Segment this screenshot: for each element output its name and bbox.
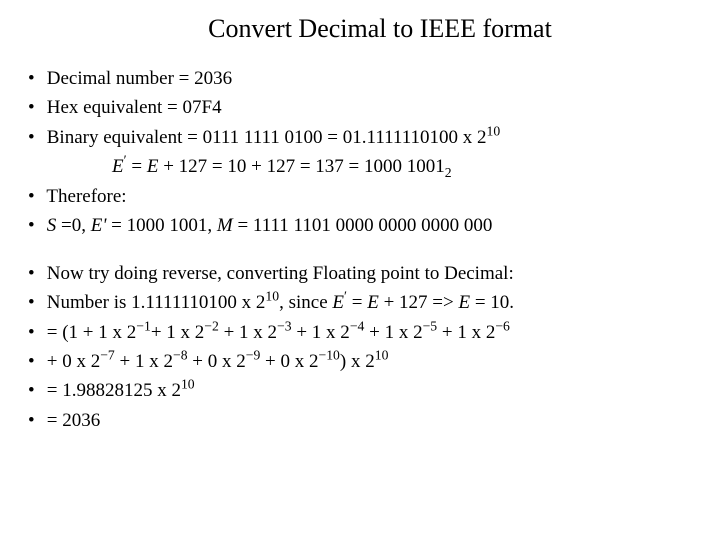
- label: Decimal number =: [47, 68, 194, 89]
- ep-value: = 1000 1001,: [111, 215, 217, 236]
- var-e-prime: E: [112, 156, 124, 177]
- exponent: 10: [181, 377, 195, 392]
- page-title: Convert Decimal to IEEE format: [28, 14, 692, 44]
- subscript-base: 2: [445, 165, 452, 180]
- bullet-icon: •: [28, 93, 42, 122]
- bullet-icon: •: [28, 347, 42, 376]
- term: + 1 x 2: [292, 322, 350, 343]
- line-expansion-b: • + 0 x 2−7 + 1 x 2−8 + 0 x 2−9 + 0 x 2−…: [28, 347, 692, 376]
- line-reverse-intro: • Now try doing reverse, converting Floa…: [28, 259, 692, 288]
- term: + 1 x 2: [151, 322, 204, 343]
- var-s: S: [47, 215, 57, 236]
- term: + 1 x 2: [364, 322, 422, 343]
- line-e-prime-equation: E′ = E + 127 = 10 + 127 = 137 = 1000 100…: [28, 152, 692, 181]
- bullet-icon: •: [28, 211, 42, 240]
- exponent: 10: [487, 124, 501, 139]
- bullet-icon: •: [28, 182, 42, 211]
- value: 2036: [194, 68, 232, 89]
- value: 0111 1111 0100 = 01.1111110100 x 2: [203, 127, 487, 148]
- exponent: 10: [265, 289, 279, 304]
- line-hex-equivalent: • Hex equivalent = 07F4: [28, 93, 692, 122]
- bullet-icon: •: [28, 406, 42, 435]
- var-e2: E: [458, 292, 470, 313]
- term-exp: −2: [204, 318, 219, 333]
- expression: + 127 = 10 + 127 = 137 = 1000 1001: [158, 156, 444, 177]
- term-exp: −6: [495, 318, 510, 333]
- bullet-icon: •: [28, 259, 42, 288]
- line-decimal-number: • Decimal number = 2036: [28, 64, 692, 93]
- term-exp: −7: [100, 348, 115, 363]
- value: = 2036: [47, 410, 100, 431]
- var-e: E: [367, 292, 379, 313]
- exponent: 10: [375, 348, 389, 363]
- line-binary-equivalent: • Binary equivalent = 0111 1111 0100 = 0…: [28, 123, 692, 152]
- term: + 1 x 2: [219, 322, 277, 343]
- text-part1: Number is 1.1111110100 x 2: [47, 292, 266, 313]
- var-e-prime: E: [332, 292, 344, 313]
- term-exp: −3: [277, 318, 292, 333]
- bullet-icon: •: [28, 123, 42, 152]
- equals: =: [127, 156, 147, 177]
- text-part4: = 10.: [470, 292, 514, 313]
- bullet-icon: •: [28, 318, 42, 347]
- term-exp: −8: [173, 348, 188, 363]
- line-number-is: • Number is 1.1111110100 x 210, since E′…: [28, 288, 692, 317]
- text: Now try doing reverse, converting Floati…: [47, 263, 514, 284]
- term-exp: −9: [246, 348, 261, 363]
- term: + 0 x 2: [47, 351, 100, 372]
- line-therefore: • Therefore:: [28, 182, 692, 211]
- line-final-result: • = 2036: [28, 406, 692, 435]
- text-part2: , since: [279, 292, 332, 313]
- value: = 1.98828125 x 2: [47, 380, 181, 401]
- term: + 0 x 2: [260, 351, 318, 372]
- post: ) x 2: [340, 351, 375, 372]
- term-exp: −1: [136, 318, 151, 333]
- text: Therefore:: [46, 186, 126, 207]
- term: + 1 x 2: [437, 322, 495, 343]
- value: 07F4: [183, 97, 222, 118]
- term-exp: −10: [319, 348, 340, 363]
- s-value: =0,: [56, 215, 90, 236]
- pre: = (1: [47, 322, 83, 343]
- term-exp: −5: [423, 318, 438, 333]
- var-e: E: [147, 156, 159, 177]
- term: + 0 x 2: [188, 351, 246, 372]
- line-result-sem: • S =0, E' = 1000 1001, M = 1111 1101 00…: [28, 211, 692, 240]
- label: Hex equivalent =: [47, 97, 183, 118]
- bullet-icon: •: [28, 376, 42, 405]
- label: Binary equivalent =: [47, 127, 203, 148]
- m-value: = 1111 1101 0000 0000 0000 000: [233, 215, 493, 236]
- term-exp: −4: [350, 318, 365, 333]
- bullet-icon: •: [28, 288, 42, 317]
- bullet-icon: •: [28, 64, 42, 93]
- var-e-prime: E': [91, 215, 111, 236]
- var-m: M: [217, 215, 233, 236]
- equals: =: [347, 292, 367, 313]
- term: + 1 x 2: [83, 322, 136, 343]
- line-scientific: • = 1.98828125 x 210: [28, 376, 692, 405]
- text-part3: + 127 =>: [379, 292, 459, 313]
- line-expansion-a: • = (1 + 1 x 2−1+ 1 x 2−2 + 1 x 2−3 + 1 …: [28, 318, 692, 347]
- term: + 1 x 2: [115, 351, 173, 372]
